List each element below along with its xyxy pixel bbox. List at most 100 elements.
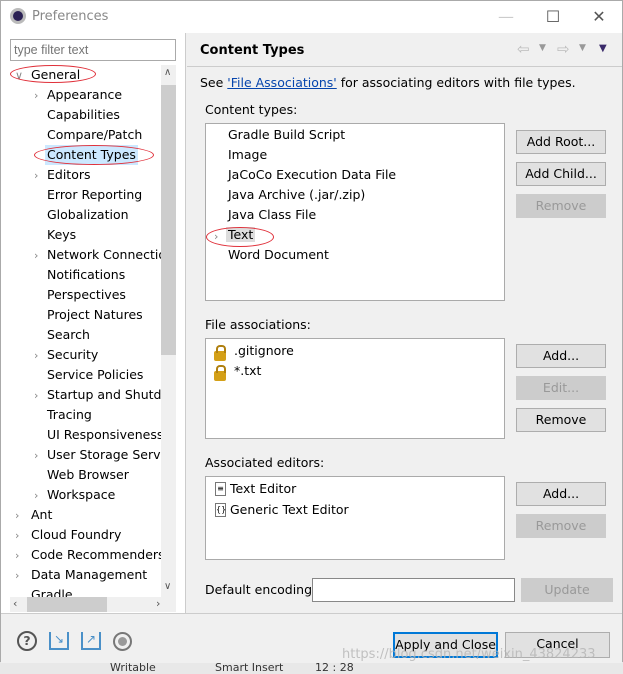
tree-item[interactable]: Keys [47,225,76,245]
editor-item[interactable]: Text Editor [230,481,296,496]
back-icon[interactable]: ⇦ [517,40,530,58]
record-icon[interactable] [113,632,132,651]
add-file-association-button[interactable]: Add... [516,344,606,368]
preferences-window: Preferences — ☐ ✕ ∨General›AppearanceCap… [0,0,623,663]
page-header: Content Types ⇦ ▼ ⇨ ▼ ▼ [187,33,622,67]
remove-editor-button[interactable]: Remove [516,514,606,538]
file-associations-label: File associations: [205,317,311,332]
view-menu-icon[interactable]: ▼ [599,43,607,54]
eclipse-icon [10,8,26,24]
tree-item[interactable]: Globalization [47,205,129,225]
forward-menu-icon[interactable]: ▼ [579,43,586,53]
add-root-button[interactable]: Add Root... [516,130,606,154]
lock-icon [214,345,226,361]
editor-item[interactable]: Generic Text Editor [230,502,349,517]
content-type-item[interactable]: Word Document [228,247,329,262]
tree-item[interactable]: Search [47,325,90,345]
help-icon[interactable]: ? [17,631,37,651]
collapse-icon[interactable]: › [34,249,38,262]
tree-item[interactable]: Data Management [31,565,147,585]
tree-item[interactable]: Code Recommenders [31,545,161,565]
generic-editor-icon: {} [215,503,226,517]
window-title: Preferences [32,9,109,24]
close-button[interactable]: ✕ [584,5,614,29]
tree-item[interactable]: Workspace [47,485,115,505]
collapse-icon[interactable]: › [34,89,38,102]
collapse-icon[interactable]: › [15,569,19,582]
filter-input[interactable] [10,39,176,61]
tree-item[interactable]: Capabilities [47,105,120,125]
tree-item[interactable]: Project Natures [47,305,143,325]
tree-item[interactable]: Error Reporting [47,185,142,205]
tree-item[interactable]: User Storage Servic [47,445,161,465]
remove-file-association-button[interactable]: Remove [516,408,606,432]
export-icon[interactable]: ↗ [81,632,101,650]
tree-horizontal-scrollbar[interactable]: ‹ › [10,597,176,612]
scroll-up-icon[interactable]: ∧ [164,67,171,78]
collapse-icon[interactable]: › [15,549,19,562]
horizontal-scroll-thumb[interactable] [27,597,107,612]
file-association-item[interactable]: *.txt [234,363,261,378]
tree-item[interactable]: Tracing [47,405,92,425]
add-child-button[interactable]: Add Child... [516,162,606,186]
remove-content-type-button[interactable]: Remove [516,194,606,218]
tree-item[interactable]: Ant [31,505,52,525]
edit-file-association-button[interactable]: Edit... [516,376,606,400]
add-editor-button[interactable]: Add... [516,482,606,506]
import-icon[interactable]: ↘ [49,632,69,650]
tree-item[interactable]: Gradle [31,585,73,597]
desc-text: for associating editors with file types. [336,75,576,90]
title-bar: Preferences — ☐ ✕ [1,1,622,33]
collapse-icon[interactable]: › [34,349,38,362]
lock-icon [214,365,226,381]
collapse-icon[interactable]: › [34,449,38,462]
annotation-circle [10,65,96,83]
content-type-item[interactable]: Java Archive (.jar/.zip) [228,187,365,202]
update-button[interactable]: Update [521,578,613,602]
file-associations-list[interactable]: .gitignore *.txt [205,338,505,439]
tree-item[interactable]: Notifications [47,265,125,285]
back-menu-icon[interactable]: ▼ [539,43,546,53]
minimize-button[interactable]: — [491,5,521,29]
content-types-list[interactable]: Gradle Build Script Image JaCoCo Execution… [205,123,505,301]
desc-text: See [200,75,228,90]
tree-item[interactable]: Network Connectio [47,245,161,265]
content-type-item[interactable]: Image [228,147,267,162]
scroll-left-icon[interactable]: ‹ [13,597,17,610]
tree-item[interactable]: Editors [47,165,91,185]
page-description: See 'File Associations' for associating … [200,75,576,90]
default-encoding-input[interactable] [312,578,515,602]
vertical-scroll-thumb[interactable] [161,85,176,355]
forward-icon[interactable]: ⇨ [557,40,570,58]
collapse-icon[interactable]: › [34,389,38,402]
associated-editors-list[interactable]: ≡ Text Editor {} Generic Text Editor [205,476,505,560]
page-title: Content Types [200,43,305,58]
content-type-item[interactable]: Gradle Build Script [228,127,345,142]
tree-item[interactable]: Appearance [47,85,122,105]
annotation-circle [206,227,274,247]
file-association-item[interactable]: .gitignore [234,343,294,358]
scroll-down-icon[interactable]: ∨ [164,581,171,592]
tree-item[interactable]: Perspectives [47,285,126,305]
watermark: https://blog.csdn.net/weixin_43824233 [342,647,596,662]
tree-item[interactable]: Web Browser [47,465,129,485]
tree-item[interactable]: Security [47,345,98,365]
content-type-item[interactable]: JaCoCo Execution Data File [228,167,396,182]
maximize-button[interactable]: ☐ [538,5,568,29]
collapse-icon[interactable]: › [34,489,38,502]
tree-item[interactable]: UI Responsiveness [47,425,161,445]
annotation-circle [34,145,154,165]
content-type-item[interactable]: Java Class File [228,207,316,222]
tree-item[interactable]: Service Policies [47,365,143,385]
file-associations-link[interactable]: 'File Associations' [227,75,336,90]
collapse-icon[interactable]: › [15,509,19,522]
content-types-label: Content types: [205,102,298,117]
tree-item[interactable]: Compare/Patch [47,125,142,145]
tree-item[interactable]: Cloud Foundry [31,525,121,545]
default-encoding-label: Default encoding: [205,582,317,597]
collapse-icon[interactable]: › [34,169,38,182]
collapse-icon[interactable]: › [15,529,19,542]
scroll-right-icon[interactable]: › [156,597,160,610]
tree-item[interactable]: Startup and Shutdo [47,385,161,405]
text-editor-icon: ≡ [215,482,226,496]
